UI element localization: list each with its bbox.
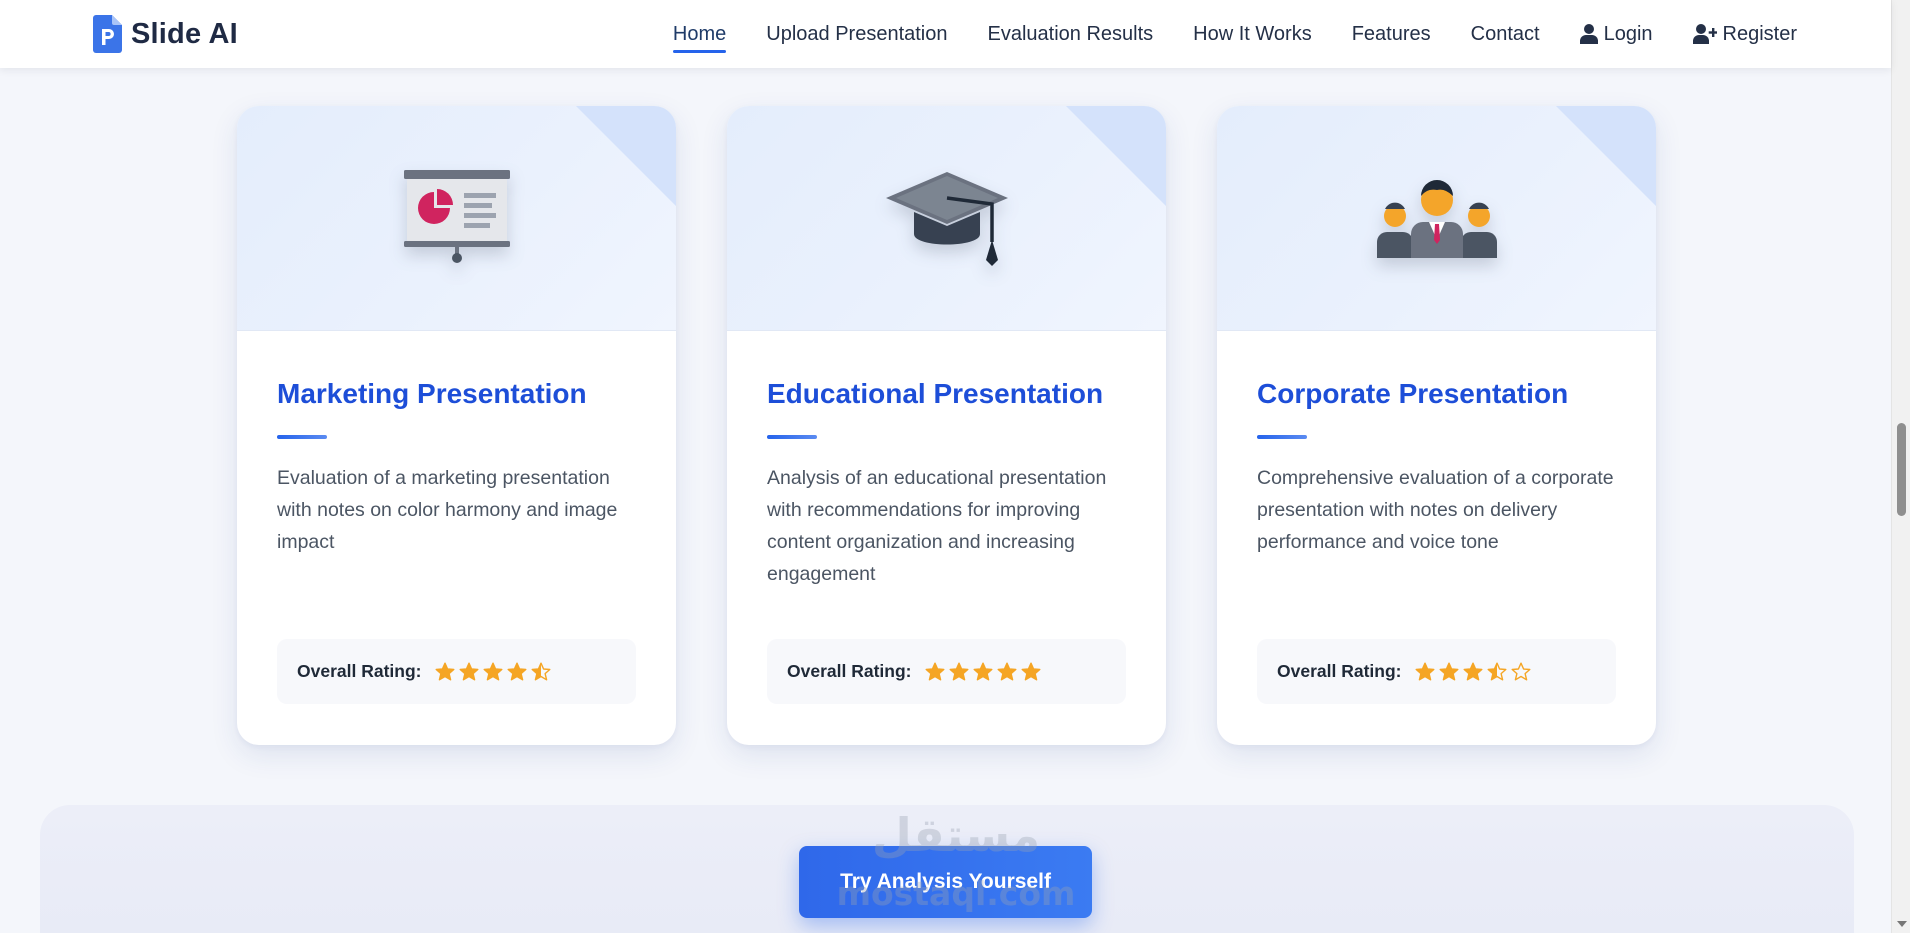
nav-upload-presentation[interactable]: Upload Presentation (766, 23, 947, 46)
example-card[interactable]: Marketing Presentation Evaluation of a m… (237, 106, 676, 745)
card-title: Corporate Presentation (1257, 378, 1569, 409)
star-rating (1415, 662, 1531, 682)
title-underline (277, 434, 327, 439)
card-image-area (1217, 106, 1656, 331)
brand-name: Slide AI (131, 17, 238, 50)
user-icon (1579, 24, 1598, 44)
card-body: Marketing Presentation Evaluation of a m… (237, 331, 676, 558)
nav-home[interactable]: Home (672, 23, 727, 53)
card-title: Marketing Presentation (277, 378, 587, 409)
star-full-icon (973, 662, 993, 680)
example-card[interactable]: Educational Presentation Analysis of an … (727, 106, 1166, 745)
card-body: Educational Presentation Analysis of an … (727, 331, 1166, 590)
card-description: Comprehensive evaluation of a corporate … (1257, 466, 1614, 553)
star-empty-icon (1511, 662, 1531, 680)
main-nav: Home Upload Presentation Evaluation Resu… (672, 0, 1797, 68)
nav-register-label: Register (1722, 22, 1797, 45)
star-full-icon (997, 662, 1017, 680)
nav-features[interactable]: Features (1352, 23, 1431, 46)
star-full-icon (1415, 662, 1435, 680)
rating-label: Overall Rating: (787, 661, 912, 681)
star-full-icon (459, 662, 479, 680)
star-full-icon (1463, 662, 1483, 680)
rating-box: Overall Rating: (277, 639, 636, 704)
star-half-icon (1487, 662, 1507, 680)
nav-login-label: Login (1603, 22, 1653, 45)
top-navbar: Slide AI Home Upload Presentation Evalua… (0, 0, 1891, 68)
rating-label: Overall Rating: (297, 661, 422, 681)
nav-evaluation-results[interactable]: Evaluation Results (988, 23, 1154, 46)
nav-contact[interactable]: Contact (1471, 23, 1540, 46)
star-full-icon (483, 662, 503, 680)
card-description: Evaluation of a marketing presentation w… (277, 466, 618, 553)
rating-label: Overall Rating: (1277, 661, 1402, 681)
card-image-area (727, 106, 1166, 331)
star-full-icon (925, 662, 945, 680)
card-corner-decoration (1556, 106, 1656, 206)
nav-register[interactable]: Register (1692, 22, 1797, 46)
nav-how-it-works[interactable]: How It Works (1193, 23, 1312, 46)
examples-cards: Marketing Presentation Evaluation of a m… (237, 106, 1656, 745)
star-rating (435, 662, 551, 682)
star-full-icon (435, 662, 455, 680)
card-corner-decoration (1066, 106, 1166, 206)
rating-box: Overall Rating: (1257, 639, 1616, 704)
star-half-icon (531, 662, 551, 680)
title-underline (1257, 434, 1307, 439)
card-title: Educational Presentation (767, 378, 1104, 409)
star-full-icon (507, 662, 527, 680)
card-body: Corporate Presentation Comprehensive eva… (1217, 331, 1656, 558)
card-image-area (237, 106, 676, 331)
card-corner-decoration (576, 106, 676, 206)
title-underline (767, 434, 817, 439)
brand-logo-link[interactable]: Slide AI (93, 12, 238, 56)
business-team-icon (1376, 180, 1497, 258)
graduation-cap-icon (885, 172, 1008, 266)
page-scrollbar[interactable] (1891, 0, 1910, 933)
scroll-down-arrow-icon[interactable] (1897, 921, 1907, 927)
scrollbar-thumb[interactable] (1897, 423, 1906, 516)
presentation-board-icon (403, 170, 510, 263)
star-full-icon (1021, 662, 1041, 680)
card-description: Analysis of an educational presentation … (767, 466, 1107, 585)
star-rating (925, 662, 1041, 682)
star-full-icon (1439, 662, 1459, 680)
nav-login[interactable]: Login (1579, 22, 1653, 46)
user-plus-icon (1692, 24, 1717, 44)
powerpoint-file-icon (93, 15, 122, 53)
try-analysis-button[interactable]: Try Analysis Yourself (799, 846, 1092, 918)
example-card[interactable]: Corporate Presentation Comprehensive eva… (1217, 106, 1656, 745)
star-full-icon (949, 662, 969, 680)
rating-box: Overall Rating: (767, 639, 1126, 704)
